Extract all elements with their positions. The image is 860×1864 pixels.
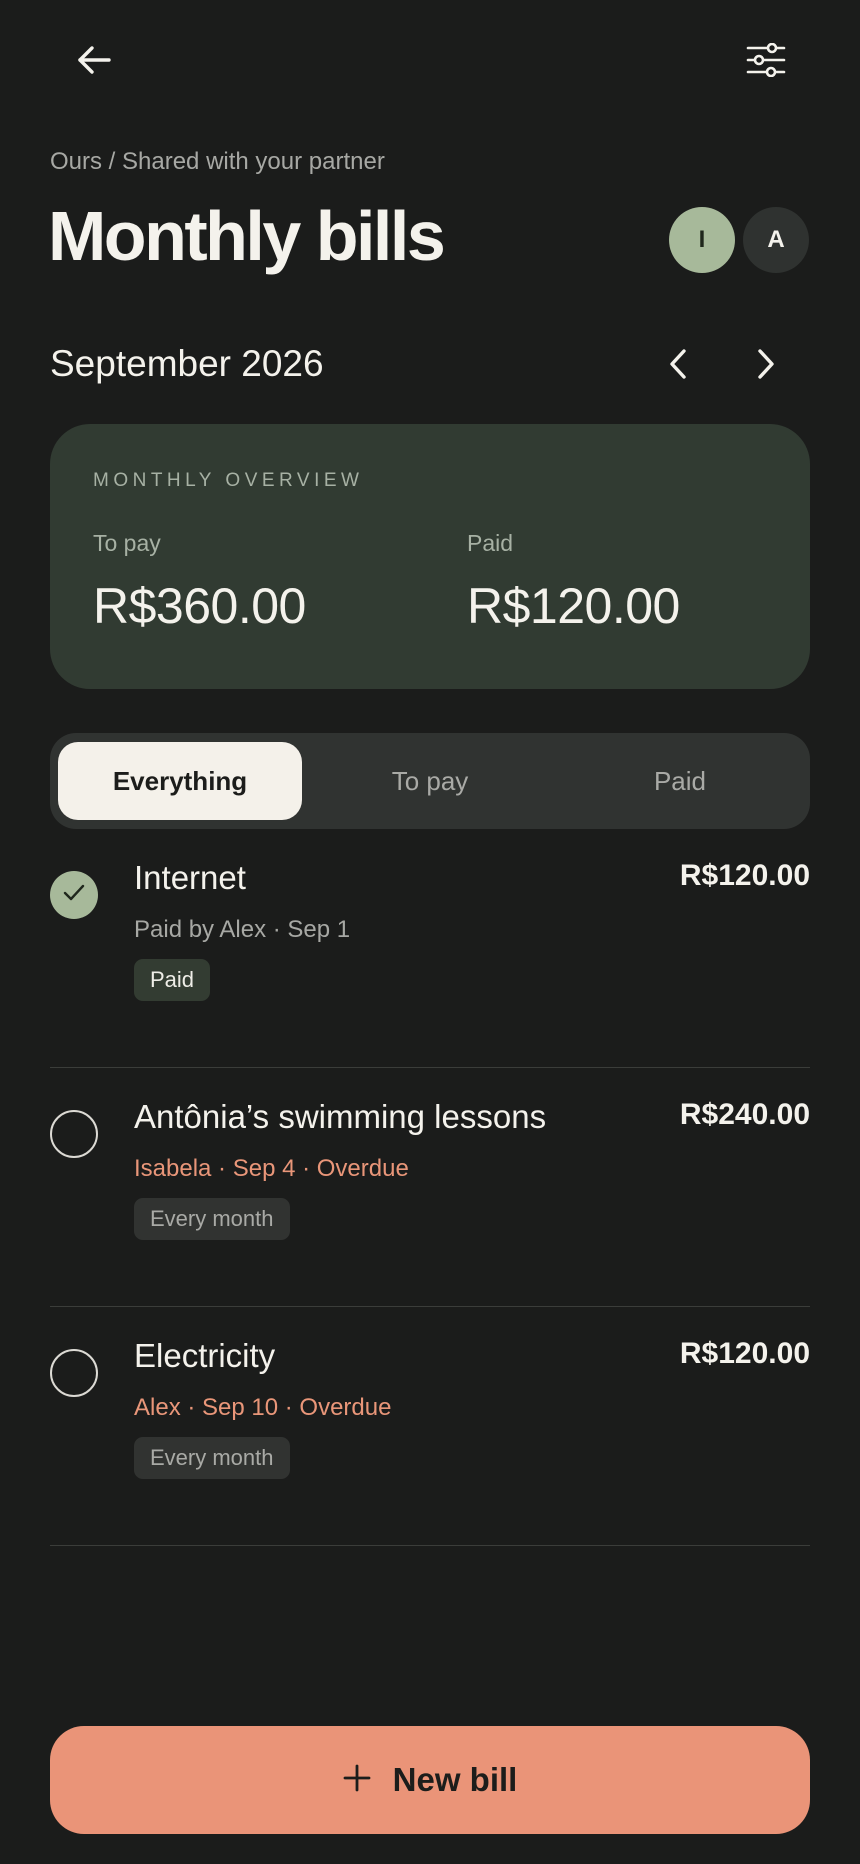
month-label: September 2026 (50, 343, 324, 384)
paid-label: Paid (467, 530, 514, 556)
paid-amount: R$120.00 (467, 578, 680, 634)
bill-name: Antônia’s swimming lessons (134, 1098, 547, 1135)
bill-meta: Isabela · Sep 4 · Overdue (134, 1155, 409, 1182)
previous-month-button[interactable] (652, 336, 704, 396)
unpaid-checkbox[interactable] (50, 1349, 98, 1397)
avatar-alex[interactable]: A (743, 207, 809, 273)
tab-everything[interactable]: Everything (58, 742, 302, 820)
plus-icon (343, 1764, 371, 1797)
page-title: Monthly bills (48, 197, 446, 275)
new-bill-label: New bill (392, 1761, 518, 1798)
overview-heading: MONTHLY OVERVIEW (93, 470, 364, 491)
check-icon (62, 883, 86, 908)
monthly-overview-card: MONTHLY OVERVIEW To pay R$360.00 Paid R$… (50, 424, 810, 689)
breadcrumb[interactable]: Ours / Shared with your partner (50, 148, 385, 176)
bill-item-swimming-lessons[interactable]: Antônia’s swimming lessons R$240.00 Isab… (50, 1068, 810, 1307)
to-pay-summary: To pay R$360.00 (93, 530, 306, 635)
back-button[interactable] (58, 26, 130, 98)
avatar-isabela[interactable]: I (669, 207, 735, 273)
sliders-icon (746, 42, 786, 82)
unpaid-checkbox[interactable] (50, 1110, 98, 1158)
paid-summary: Paid R$120.00 (467, 530, 680, 635)
bill-amount: R$120.00 (679, 1337, 810, 1370)
bill-amount: R$120.00 (679, 859, 810, 892)
bill-item-internet[interactable]: Internet R$120.00 Paid by Alex · Sep 1 P… (50, 829, 810, 1068)
recurrence-badge: Every month (134, 1198, 290, 1240)
bill-item-electricity[interactable]: Electricity R$120.00 Alex · Sep 10 · Ove… (50, 1307, 810, 1546)
top-bar (0, 0, 860, 130)
status-badge: Paid (134, 959, 211, 1001)
bill-meta: Alex · Sep 10 · Overdue (134, 1394, 392, 1421)
tab-paid[interactable]: Paid (558, 742, 802, 820)
bill-filter-tabs: Everything To pay Paid (50, 733, 810, 829)
bill-amount: R$240.00 (679, 1098, 810, 1131)
bill-name: Electricity (134, 1337, 276, 1374)
filter-button[interactable] (730, 26, 802, 98)
next-month-button[interactable] (740, 336, 792, 396)
tab-to-pay[interactable]: To pay (308, 742, 552, 820)
bill-meta: Paid by Alex · Sep 1 (134, 916, 351, 943)
to-pay-amount: R$360.00 (93, 578, 306, 634)
bill-name: Internet (134, 859, 246, 896)
new-bill-button[interactable]: New bill (50, 1726, 810, 1834)
chevron-left-icon (668, 348, 688, 385)
chevron-right-icon (756, 348, 776, 385)
paid-checkbox[interactable] (50, 871, 98, 919)
recurrence-badge: Every month (134, 1437, 290, 1479)
arrow-left-icon (76, 44, 112, 81)
partner-avatars: I A (669, 207, 809, 273)
to-pay-label: To pay (93, 530, 161, 556)
